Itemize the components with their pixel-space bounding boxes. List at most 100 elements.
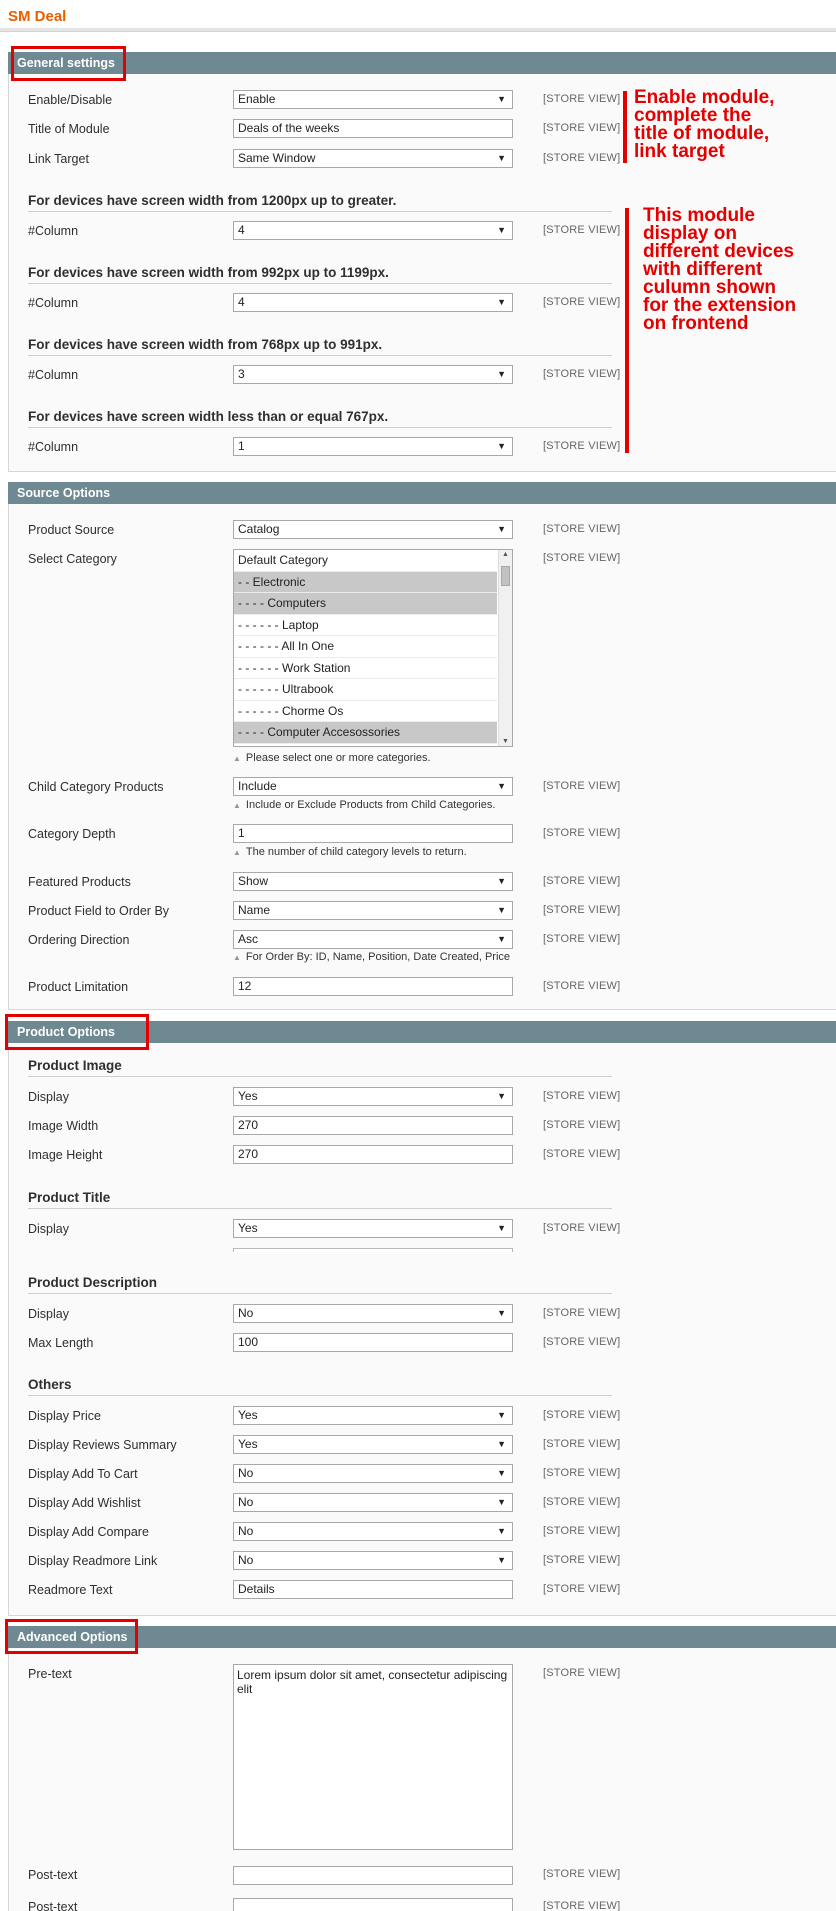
column-select-768[interactable]: 3 ▼ — [233, 365, 513, 384]
dropdown-arrow-icon: ▼ — [497, 225, 506, 235]
display-readmore-select[interactable]: No ▼ — [233, 1551, 513, 1570]
image-height-label: Image Height — [28, 1148, 103, 1162]
device-heading-1200: For devices have screen width from 1200p… — [28, 193, 397, 208]
ordering-direction-note: ▲ For Order By: ID, Name, Position, Date … — [233, 951, 511, 963]
general-settings-highlight — [11, 46, 126, 81]
link-target-label: Link Target — [28, 152, 89, 166]
max-length-label: Max Length — [28, 1336, 94, 1350]
annotation-enable: Enable module, complete the title of mod… — [634, 87, 775, 162]
featured-products-select[interactable]: Show ▼ — [233, 872, 513, 891]
dropdown-arrow-icon: ▼ — [497, 1223, 506, 1233]
category-depth-note: ▲ The number of child category levels to … — [233, 846, 467, 858]
posttext-input[interactable] — [233, 1866, 513, 1885]
store-view-label: [STORE VIEW] — [543, 980, 621, 992]
select-category-label: Select Category — [28, 552, 117, 566]
display-reviews-select[interactable]: Yes ▼ — [233, 1435, 513, 1454]
category-depth-input[interactable]: 1 — [233, 824, 513, 843]
category-multiselect[interactable]: Default Category - - Electronic - - - - … — [233, 549, 513, 747]
display-readmore-label: Display Readmore Link — [28, 1554, 158, 1568]
display-add-to-cart-select[interactable]: No ▼ — [233, 1464, 513, 1483]
store-view-label: [STORE VIEW] — [543, 1667, 621, 1679]
category-option[interactable]: - - - - Computers — [234, 593, 497, 615]
truncated-input — [233, 1248, 513, 1252]
image-width-input[interactable]: 270 — [233, 1116, 513, 1135]
category-option[interactable]: - - Electronic — [234, 571, 497, 593]
display-price-select[interactable]: Yes ▼ — [233, 1406, 513, 1425]
ordering-direction-select[interactable]: Asc ▼ — [233, 930, 513, 949]
scrollbar-thumb[interactable] — [501, 566, 510, 586]
pretext-textarea[interactable]: Lorem ipsum dolor sit amet, consectetur … — [233, 1664, 513, 1850]
product-limitation-input[interactable]: 12 — [233, 977, 513, 996]
general-settings-header[interactable]: General settings — [8, 52, 836, 74]
device-heading-992: For devices have screen width from 992px… — [28, 265, 389, 280]
title-display-select[interactable]: Yes ▼ — [233, 1219, 513, 1238]
product-source-label: Product Source — [28, 523, 115, 537]
description-display-select[interactable]: No ▼ — [233, 1304, 513, 1323]
product-options-highlight — [5, 1014, 149, 1050]
category-option[interactable]: - - - - - - Ultrabook — [234, 679, 497, 701]
store-view-label: [STORE VIEW] — [543, 875, 621, 887]
scroll-down-icon[interactable]: ▼ — [502, 738, 509, 745]
store-view-label: [STORE VIEW] — [543, 552, 621, 564]
category-option[interactable]: Default Category — [234, 550, 497, 572]
display-add-to-cart-label: Display Add To Cart — [28, 1467, 138, 1481]
dropdown-arrow-icon: ▼ — [497, 1091, 506, 1101]
dropdown-arrow-icon: ▼ — [497, 524, 506, 534]
dropdown-arrow-icon: ▼ — [497, 1439, 506, 1449]
category-option[interactable]: - - - - - - Laptop — [234, 615, 497, 636]
store-view-label: [STORE VIEW] — [543, 827, 621, 839]
annotation-bar-devices — [625, 208, 629, 453]
store-view-label: [STORE VIEW] — [543, 1496, 621, 1508]
column-select-767[interactable]: 1 ▼ — [233, 437, 513, 456]
image-display-select[interactable]: Yes ▼ — [233, 1087, 513, 1106]
category-option[interactable]: - - - - - - Work Station — [234, 658, 497, 679]
product-image-heading: Product Image — [28, 1058, 122, 1073]
title-display-label: Display — [28, 1222, 69, 1236]
column-select-992[interactable]: 4 ▼ — [233, 293, 513, 312]
store-view-label: [STORE VIEW] — [543, 1525, 621, 1537]
child-category-select[interactable]: Include ▼ — [233, 777, 513, 796]
category-option[interactable]: - - - - Computer Accesossories — [234, 722, 497, 744]
store-view-label: [STORE VIEW] — [543, 523, 621, 535]
section-divider — [28, 1208, 612, 1209]
module-title-input[interactable]: Deals of the weeks — [233, 119, 513, 138]
child-category-label: Child Category Products — [28, 780, 164, 794]
listbox-scrollbar[interactable]: ▲ ▼ — [498, 550, 512, 746]
display-add-wishlist-select[interactable]: No ▼ — [233, 1493, 513, 1512]
category-depth-label: Category Depth — [28, 827, 116, 841]
section-divider — [28, 1395, 612, 1396]
store-view-label: [STORE VIEW] — [543, 1409, 621, 1421]
section-divider — [28, 355, 612, 356]
store-view-label: [STORE VIEW] — [543, 440, 621, 452]
column-label-1200: #Column — [28, 224, 79, 238]
enable-disable-select[interactable]: Enable ▼ — [233, 90, 513, 109]
column-select-1200[interactable]: 4 ▼ — [233, 221, 513, 240]
category-option[interactable]: - - - - - - Chorme Os — [234, 701, 497, 722]
product-description-heading: Product Description — [28, 1275, 158, 1290]
readmore-text-input[interactable]: Details — [233, 1580, 513, 1599]
ordering-direction-label: Ordering Direction — [28, 933, 130, 947]
store-view-label: [STORE VIEW] — [543, 1467, 621, 1479]
posttext-input-2[interactable] — [233, 1898, 513, 1911]
display-add-compare-select[interactable]: No ▼ — [233, 1522, 513, 1541]
link-target-select[interactable]: Same Window ▼ — [233, 149, 513, 168]
image-height-input[interactable]: 270 — [233, 1145, 513, 1164]
store-view-label: [STORE VIEW] — [543, 1438, 621, 1450]
note-triangle-icon: ▲ — [233, 801, 241, 810]
note-triangle-icon: ▲ — [233, 848, 241, 857]
section-divider — [28, 283, 612, 284]
source-options-header[interactable]: Source Options — [8, 482, 836, 504]
column-label-767: #Column — [28, 440, 79, 454]
max-length-input[interactable]: 100 — [233, 1333, 513, 1352]
title-divider — [0, 28, 836, 32]
dropdown-arrow-icon: ▼ — [497, 934, 506, 944]
product-source-select[interactable]: Catalog ▼ — [233, 520, 513, 539]
description-display-label: Display — [28, 1307, 69, 1321]
category-option[interactable]: - - - - - - All In One — [234, 636, 497, 658]
section-divider — [28, 427, 612, 428]
scroll-up-icon[interactable]: ▲ — [502, 551, 509, 558]
dropdown-arrow-icon: ▼ — [497, 297, 506, 307]
order-by-select[interactable]: Name ▼ — [233, 901, 513, 920]
store-view-label: [STORE VIEW] — [543, 933, 621, 945]
store-view-label: [STORE VIEW] — [543, 904, 621, 916]
